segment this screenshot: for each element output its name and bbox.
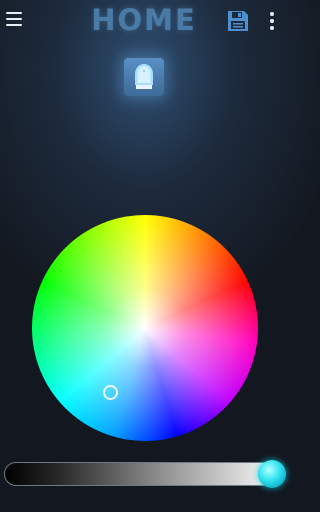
color-wheel[interactable] — [32, 215, 258, 441]
floppy-disk-icon[interactable] — [227, 10, 249, 32]
brightness-slider-thumb[interactable] — [258, 460, 286, 488]
light-bulb-icon — [134, 63, 154, 91]
vertical-ellipsis-icon[interactable] — [269, 11, 275, 31]
brightness-slider-track[interactable] — [4, 462, 284, 486]
color-picker-handle[interactable] — [103, 385, 118, 400]
top-bar: HOME — [0, 0, 288, 44]
light-bulb-button[interactable] — [124, 58, 164, 96]
